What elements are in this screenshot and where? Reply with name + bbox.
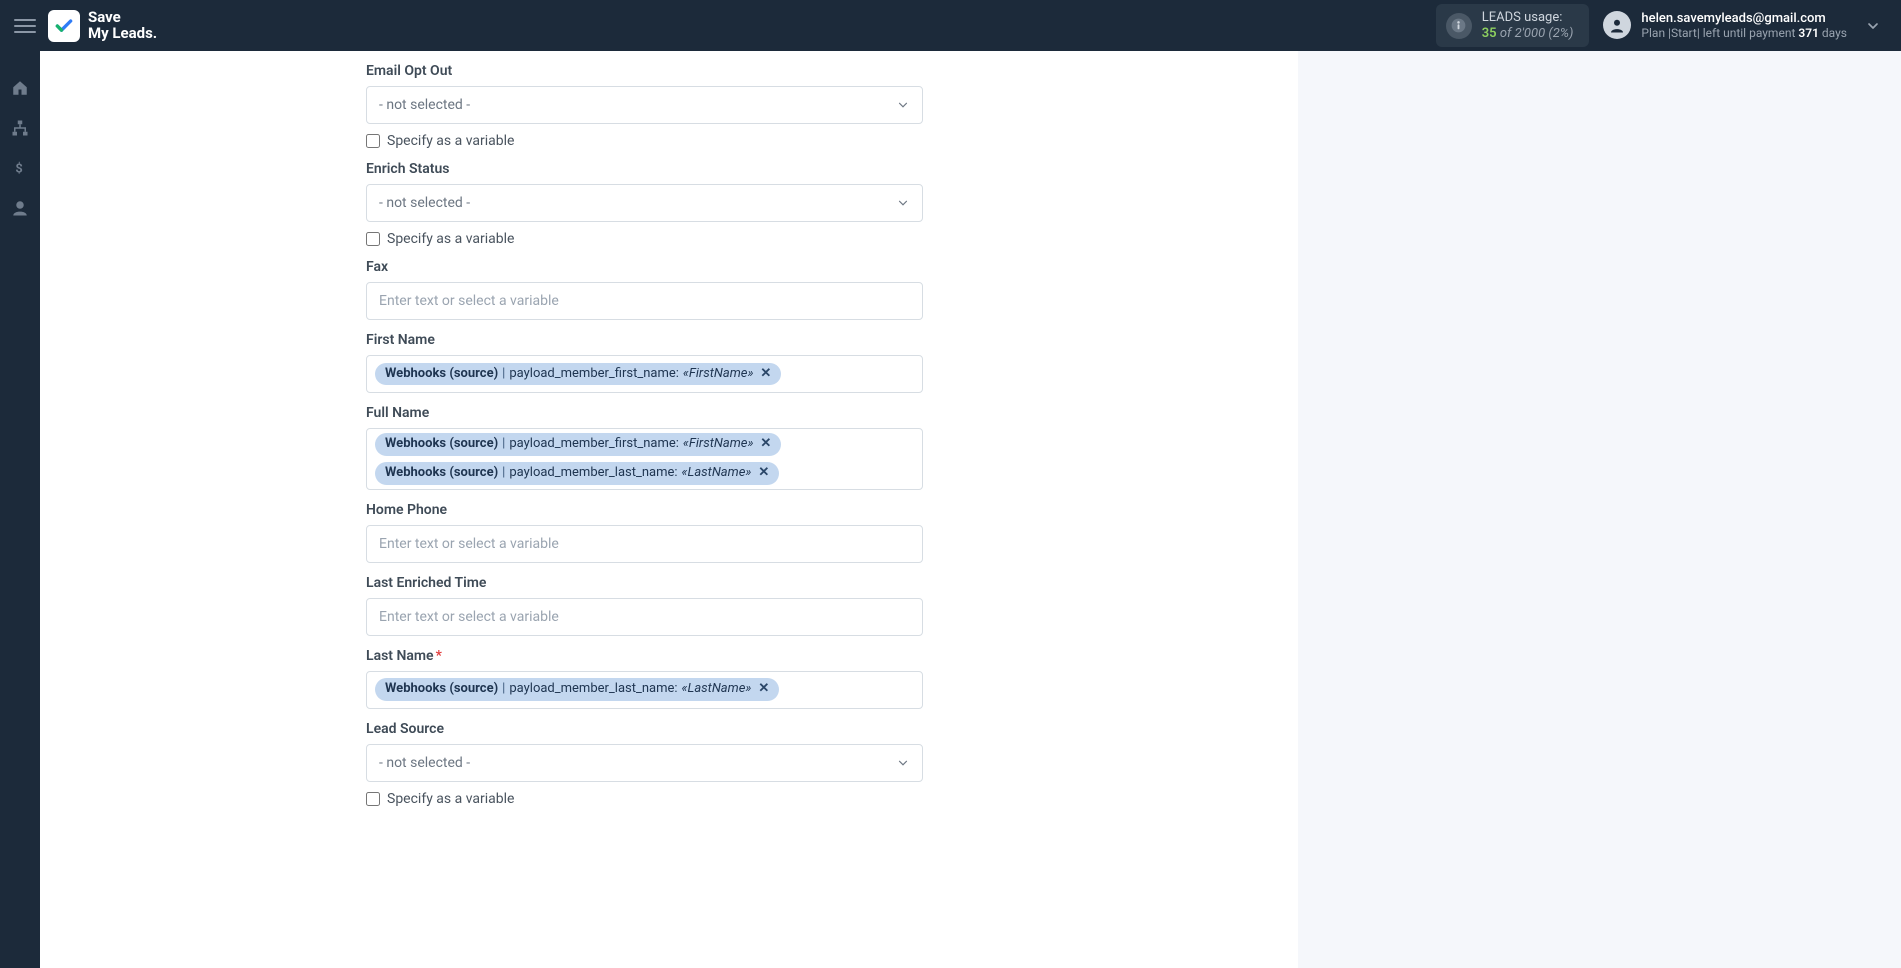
variable-token: Webhooks (source) | payload_member_first… (375, 433, 781, 456)
field-enrich-status: Enrich Status - not selected - Specify a… (366, 161, 972, 247)
input-home-phone[interactable]: Enter text or select a variable (366, 525, 923, 563)
chevron-down-icon (896, 756, 910, 770)
field-email-opt-out: Email Opt Out - not selected - Specify a… (366, 63, 972, 149)
account-text: helen.savemyleads@gmail.com Plan |Start|… (1641, 11, 1847, 41)
label-home-phone: Home Phone (366, 502, 972, 518)
field-first-name: First Name Webhooks (source) | payload_m… (366, 332, 972, 393)
field-lead-source: Lead Source - not selected - Specify as … (366, 721, 972, 807)
input-last-enriched[interactable]: Enter text or select a variable (366, 598, 923, 636)
label-first-name: First Name (366, 332, 972, 348)
field-last-name: Last Name* Webhooks (source) | payload_m… (366, 648, 972, 709)
leads-usage-text: LEADS usage: 35 of 2'000 (2%) (1482, 10, 1574, 41)
token-remove-icon[interactable]: ✕ (758, 681, 769, 698)
label-fax: Fax (366, 259, 972, 275)
input-fax[interactable]: Enter text or select a variable (366, 282, 923, 320)
top-bar: Save My Leads. LEADS usage: 35 of 2'000 … (0, 0, 1901, 51)
avatar-icon (1603, 11, 1631, 39)
form-card: Email Opt Out - not selected - Specify a… (40, 51, 1298, 968)
page: Email Opt Out - not selected - Specify a… (40, 51, 1901, 968)
field-home-phone: Home Phone Enter text or select a variab… (366, 502, 972, 563)
brand[interactable]: Save My Leads. (48, 10, 157, 42)
select-lead-source[interactable]: - not selected - (366, 744, 923, 782)
menu-toggle-button[interactable] (14, 15, 36, 37)
sidebar: $ (0, 51, 40, 968)
token-remove-icon[interactable]: ✕ (760, 366, 771, 383)
nav-connections-icon[interactable] (9, 117, 31, 139)
label-lead-source: Lead Source (366, 721, 972, 737)
field-full-name: Full Name Webhooks (source) | payload_me… (366, 405, 972, 490)
brand-name: Save My Leads. (88, 10, 157, 42)
chevron-down-icon (896, 98, 910, 112)
checkbox-specify-variable[interactable] (366, 792, 380, 806)
label-last-name: Last Name* (366, 648, 972, 664)
input-full-name[interactable]: Webhooks (source) | payload_member_first… (366, 428, 923, 490)
nav-billing-icon[interactable]: $ (9, 157, 31, 179)
checkbox-row-enrich-status[interactable]: Specify as a variable (366, 231, 972, 247)
svg-text:$: $ (15, 162, 22, 177)
nav-home-icon[interactable] (9, 77, 31, 99)
account-block[interactable]: helen.savemyleads@gmail.com Plan |Start|… (1603, 11, 1847, 41)
leads-usage-box[interactable]: LEADS usage: 35 of 2'000 (2%) (1436, 4, 1590, 47)
variable-token: Webhooks (source) | payload_member_last_… (375, 462, 779, 485)
account-dropdown-toggle[interactable] (1859, 12, 1887, 40)
label-email-opt-out: Email Opt Out (366, 63, 972, 79)
input-last-name[interactable]: Webhooks (source) | payload_member_last_… (366, 671, 923, 709)
label-last-enriched: Last Enriched Time (366, 575, 972, 591)
checkbox-row-lead-source[interactable]: Specify as a variable (366, 791, 972, 807)
field-last-enriched: Last Enriched Time Enter text or select … (366, 575, 972, 636)
checkbox-row-email-opt-out[interactable]: Specify as a variable (366, 133, 972, 149)
nav-profile-icon[interactable] (9, 197, 31, 219)
variable-token: Webhooks (source) | payload_member_first… (375, 363, 781, 386)
label-enrich-status: Enrich Status (366, 161, 972, 177)
token-remove-icon[interactable]: ✕ (758, 465, 769, 482)
token-remove-icon[interactable]: ✕ (760, 436, 771, 453)
checkbox-specify-variable[interactable] (366, 134, 380, 148)
checkbox-specify-variable[interactable] (366, 232, 380, 246)
select-enrich-status[interactable]: - not selected - (366, 184, 923, 222)
field-fax: Fax Enter text or select a variable (366, 259, 972, 320)
variable-token: Webhooks (source) | payload_member_last_… (375, 678, 779, 701)
chevron-down-icon (896, 196, 910, 210)
input-first-name[interactable]: Webhooks (source) | payload_member_first… (366, 355, 923, 393)
label-full-name: Full Name (366, 405, 972, 421)
brand-logo-icon (48, 10, 80, 42)
select-email-opt-out[interactable]: - not selected - (366, 86, 923, 124)
info-icon (1446, 13, 1472, 39)
